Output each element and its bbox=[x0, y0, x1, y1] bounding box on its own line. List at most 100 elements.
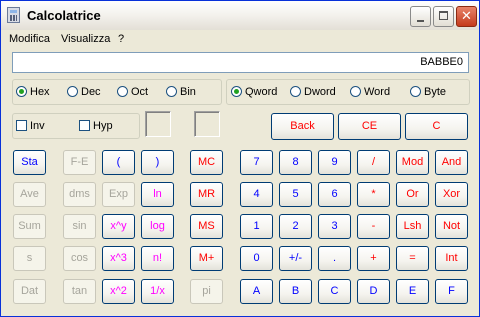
button-minus[interactable]: - bbox=[357, 214, 390, 239]
button-c[interactable]: C bbox=[318, 279, 351, 304]
button-5[interactable]: 5 bbox=[279, 182, 312, 207]
minimize-button[interactable] bbox=[410, 6, 431, 27]
button-1[interactable]: 1 bbox=[240, 214, 273, 239]
button-9[interactable]: 9 bbox=[318, 150, 351, 175]
button-ms[interactable]: MS bbox=[190, 214, 223, 239]
button-multiply[interactable]: * bbox=[357, 182, 390, 207]
button-mr[interactable]: MR bbox=[190, 182, 223, 207]
checkbox-hyp[interactable]: Hyp bbox=[79, 119, 113, 133]
button-b[interactable]: B bbox=[279, 279, 312, 304]
button-m-[interactable]: M+ bbox=[190, 246, 223, 271]
button-ave[interactable]: Ave bbox=[13, 182, 46, 207]
button-dms[interactable]: dms bbox=[63, 182, 96, 207]
radio-button[interactable] bbox=[117, 85, 128, 97]
radio-base-bin[interactable]: Bin bbox=[166, 85, 196, 99]
radio-base-hex[interactable]: Hex bbox=[16, 85, 50, 99]
button-x-cubed[interactable]: x^3 bbox=[102, 246, 135, 271]
button-4[interactable]: 4 bbox=[240, 182, 273, 207]
button-close-paren[interactable]: ) bbox=[141, 150, 174, 175]
radio-button[interactable] bbox=[16, 85, 27, 97]
button-d[interactable]: D bbox=[357, 279, 390, 304]
radio-label: Hex bbox=[30, 86, 50, 98]
button-decimal[interactable]: . bbox=[318, 246, 351, 271]
button-6[interactable]: 6 bbox=[318, 182, 351, 207]
button-tan[interactable]: tan bbox=[63, 279, 96, 304]
radio-label: Word bbox=[364, 86, 391, 98]
button-ce[interactable]: CE bbox=[338, 113, 401, 140]
radio-button[interactable] bbox=[231, 85, 242, 97]
checkbox-inv[interactable]: Inv bbox=[16, 119, 45, 133]
checkbox-label: Inv bbox=[30, 120, 45, 132]
parenthesis-indicator bbox=[145, 111, 171, 137]
radio-word-word[interactable]: Word bbox=[350, 85, 390, 99]
checkbox-label: Hyp bbox=[93, 120, 113, 132]
button-s[interactable]: s bbox=[13, 246, 46, 271]
radio-base-dec[interactable]: Dec bbox=[67, 85, 101, 99]
button-log[interactable]: log bbox=[141, 214, 174, 239]
button-plus-minus[interactable]: +/- bbox=[279, 246, 312, 271]
radio-button[interactable] bbox=[166, 85, 177, 97]
button-2[interactable]: 2 bbox=[279, 214, 312, 239]
menu-help[interactable]: ? bbox=[118, 33, 124, 45]
button-c[interactable]: C bbox=[405, 113, 468, 140]
button-lsh[interactable]: Lsh bbox=[396, 214, 429, 239]
button-pi[interactable]: pi bbox=[190, 279, 223, 304]
button-xor[interactable]: Xor bbox=[435, 182, 468, 207]
radio-word-dword[interactable]: Dword bbox=[290, 85, 336, 99]
close-button[interactable]: ✕ bbox=[456, 6, 477, 27]
radio-button[interactable] bbox=[290, 85, 301, 97]
button-dat[interactable]: Dat bbox=[13, 279, 46, 304]
radio-word-byte[interactable]: Byte bbox=[410, 85, 446, 99]
radio-label: Byte bbox=[424, 86, 447, 98]
radio-base-oct[interactable]: Oct bbox=[117, 85, 148, 99]
button-mod[interactable]: Mod bbox=[396, 150, 429, 175]
button-mc[interactable]: MC bbox=[190, 150, 223, 175]
menu-visualizza[interactable]: Visualizza bbox=[61, 33, 110, 45]
button-sin[interactable]: sin bbox=[63, 214, 96, 239]
button-cos[interactable]: cos bbox=[63, 246, 96, 271]
title-bar[interactable]: Calcolatrice ✕ bbox=[1, 1, 479, 30]
radio-label: Oct bbox=[131, 86, 149, 98]
window-title: Calcolatrice bbox=[27, 8, 101, 23]
button-x-squared[interactable]: x^2 bbox=[102, 279, 135, 304]
button-8[interactable]: 8 bbox=[279, 150, 312, 175]
button-7[interactable]: 7 bbox=[240, 150, 273, 175]
button-divide[interactable]: / bbox=[357, 150, 390, 175]
result-display[interactable]: BABBE0 bbox=[12, 52, 469, 73]
button-exp[interactable]: Exp bbox=[102, 182, 135, 207]
button-factorial[interactable]: n! bbox=[141, 246, 174, 271]
button-or[interactable]: Or bbox=[396, 182, 429, 207]
radio-label: Dword bbox=[304, 86, 336, 98]
button-ln[interactable]: ln bbox=[141, 182, 174, 207]
button-x-pow-y[interactable]: x^y bbox=[102, 214, 135, 239]
button-e[interactable]: E bbox=[396, 279, 429, 304]
button-back[interactable]: Back bbox=[271, 113, 334, 140]
button-plus[interactable]: + bbox=[357, 246, 390, 271]
memory-indicator bbox=[194, 111, 220, 137]
radio-label: Dec bbox=[81, 86, 101, 98]
radio-label: Bin bbox=[180, 86, 196, 98]
button-reciprocal[interactable]: 1/x bbox=[141, 279, 174, 304]
button-sta[interactable]: Sta bbox=[13, 150, 46, 175]
calculator-icon bbox=[7, 7, 20, 23]
button-sum[interactable]: Sum bbox=[13, 214, 46, 239]
button-and[interactable]: And bbox=[435, 150, 468, 175]
button-0[interactable]: 0 bbox=[240, 246, 273, 271]
menu-modifica[interactable]: Modifica bbox=[9, 33, 50, 45]
radio-button[interactable] bbox=[410, 85, 421, 97]
button-f[interactable]: F bbox=[435, 279, 468, 304]
button-not[interactable]: Not bbox=[435, 214, 468, 239]
button-int[interactable]: Int bbox=[435, 246, 468, 271]
radio-word-qword[interactable]: Qword bbox=[231, 85, 277, 99]
calculator-window: Calcolatrice ✕ Modifica Visualizza ? BAB… bbox=[0, 0, 480, 317]
checkbox-box[interactable] bbox=[16, 119, 27, 131]
button-a[interactable]: A bbox=[240, 279, 273, 304]
button-equals[interactable]: = bbox=[396, 246, 429, 271]
maximize-button[interactable] bbox=[433, 6, 454, 27]
radio-button[interactable] bbox=[67, 85, 78, 97]
button-3[interactable]: 3 bbox=[318, 214, 351, 239]
button-open-paren[interactable]: ( bbox=[102, 150, 135, 175]
radio-button[interactable] bbox=[350, 85, 361, 97]
checkbox-box[interactable] bbox=[79, 119, 90, 131]
button-f-e[interactable]: F-E bbox=[63, 150, 96, 175]
